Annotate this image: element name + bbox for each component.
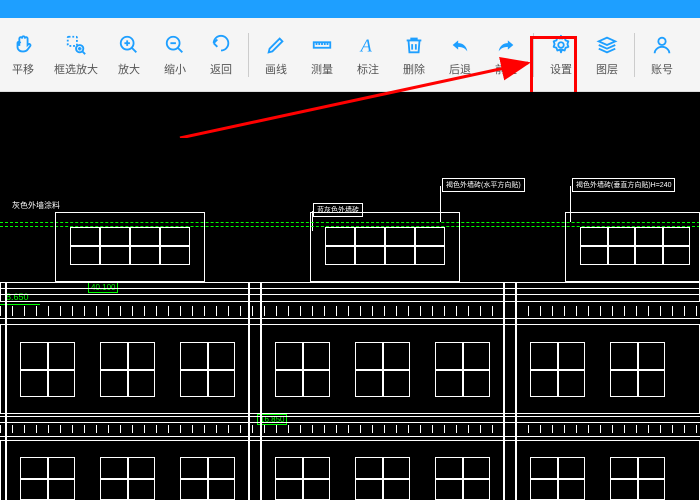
undo-icon <box>448 33 472 57</box>
annotate-label: 标注 <box>357 61 379 77</box>
layers-icon <box>595 33 619 57</box>
callout-label4: 灰色外墙涂料 <box>12 200 60 211</box>
zoom-in-label: 放大 <box>118 61 140 77</box>
box-zoom-icon <box>64 33 88 57</box>
box-zoom-label: 框选放大 <box>54 61 98 77</box>
title-bar <box>0 0 700 18</box>
cad-canvas[interactable]: 褐色外墙砖(水平方向贴) 褐色外墙砖(垂直方向贴)H=240 蓝灰色外墙砖 灰色… <box>0 92 700 500</box>
ruler-icon <box>310 33 334 57</box>
draw-line-button[interactable]: 画线 <box>253 25 299 85</box>
toolbar: 平移 框选放大 放大 缩小 返回 <box>0 18 700 92</box>
zoom-out-label: 缩小 <box>164 61 186 77</box>
zoom-in-button[interactable]: 放大 <box>106 25 152 85</box>
user-icon <box>650 33 674 57</box>
hand-icon <box>11 33 35 57</box>
settings-button[interactable]: 设置 <box>538 25 584 85</box>
measure-label: 测量 <box>311 61 333 77</box>
svg-text:A: A <box>360 35 373 55</box>
undo-label: 后退 <box>449 61 471 77</box>
settings-label: 设置 <box>550 61 572 77</box>
box-zoom-button[interactable]: 框选放大 <box>46 25 106 85</box>
measure-button[interactable]: 测量 <box>299 25 345 85</box>
back-label: 返回 <box>210 61 232 77</box>
layers-label: 图层 <box>596 61 618 77</box>
undo-button[interactable]: 后退 <box>437 25 483 85</box>
annotate-button[interactable]: A 标注 <box>345 25 391 85</box>
back-icon <box>209 33 233 57</box>
separator <box>533 33 534 77</box>
redo-label: 前进 <box>495 61 517 77</box>
redo-icon <box>494 33 518 57</box>
trash-icon <box>402 33 426 57</box>
callout-label1: 褐色外墙砖(水平方向贴) <box>442 178 525 192</box>
account-button[interactable]: 账号 <box>639 25 685 85</box>
pan-button[interactable]: 平移 <box>0 25 46 85</box>
callout-label2: 褐色外墙砖(垂直方向贴)H=240 <box>572 178 675 192</box>
account-label: 账号 <box>651 61 673 77</box>
zoom-out-icon <box>163 33 187 57</box>
pencil-icon <box>264 33 288 57</box>
draw-line-label: 画线 <box>265 61 287 77</box>
redo-button[interactable]: 前进 <box>483 25 529 85</box>
separator <box>248 33 249 77</box>
layers-button[interactable]: 图层 <box>584 25 630 85</box>
zoom-out-button[interactable]: 缩小 <box>152 25 198 85</box>
text-icon: A <box>356 33 380 57</box>
pan-label: 平移 <box>12 61 34 77</box>
zoom-in-icon <box>117 33 141 57</box>
separator <box>634 33 635 77</box>
back-button[interactable]: 返回 <box>198 25 244 85</box>
delete-label: 删除 <box>403 61 425 77</box>
gear-icon <box>549 33 573 57</box>
delete-button[interactable]: 删除 <box>391 25 437 85</box>
